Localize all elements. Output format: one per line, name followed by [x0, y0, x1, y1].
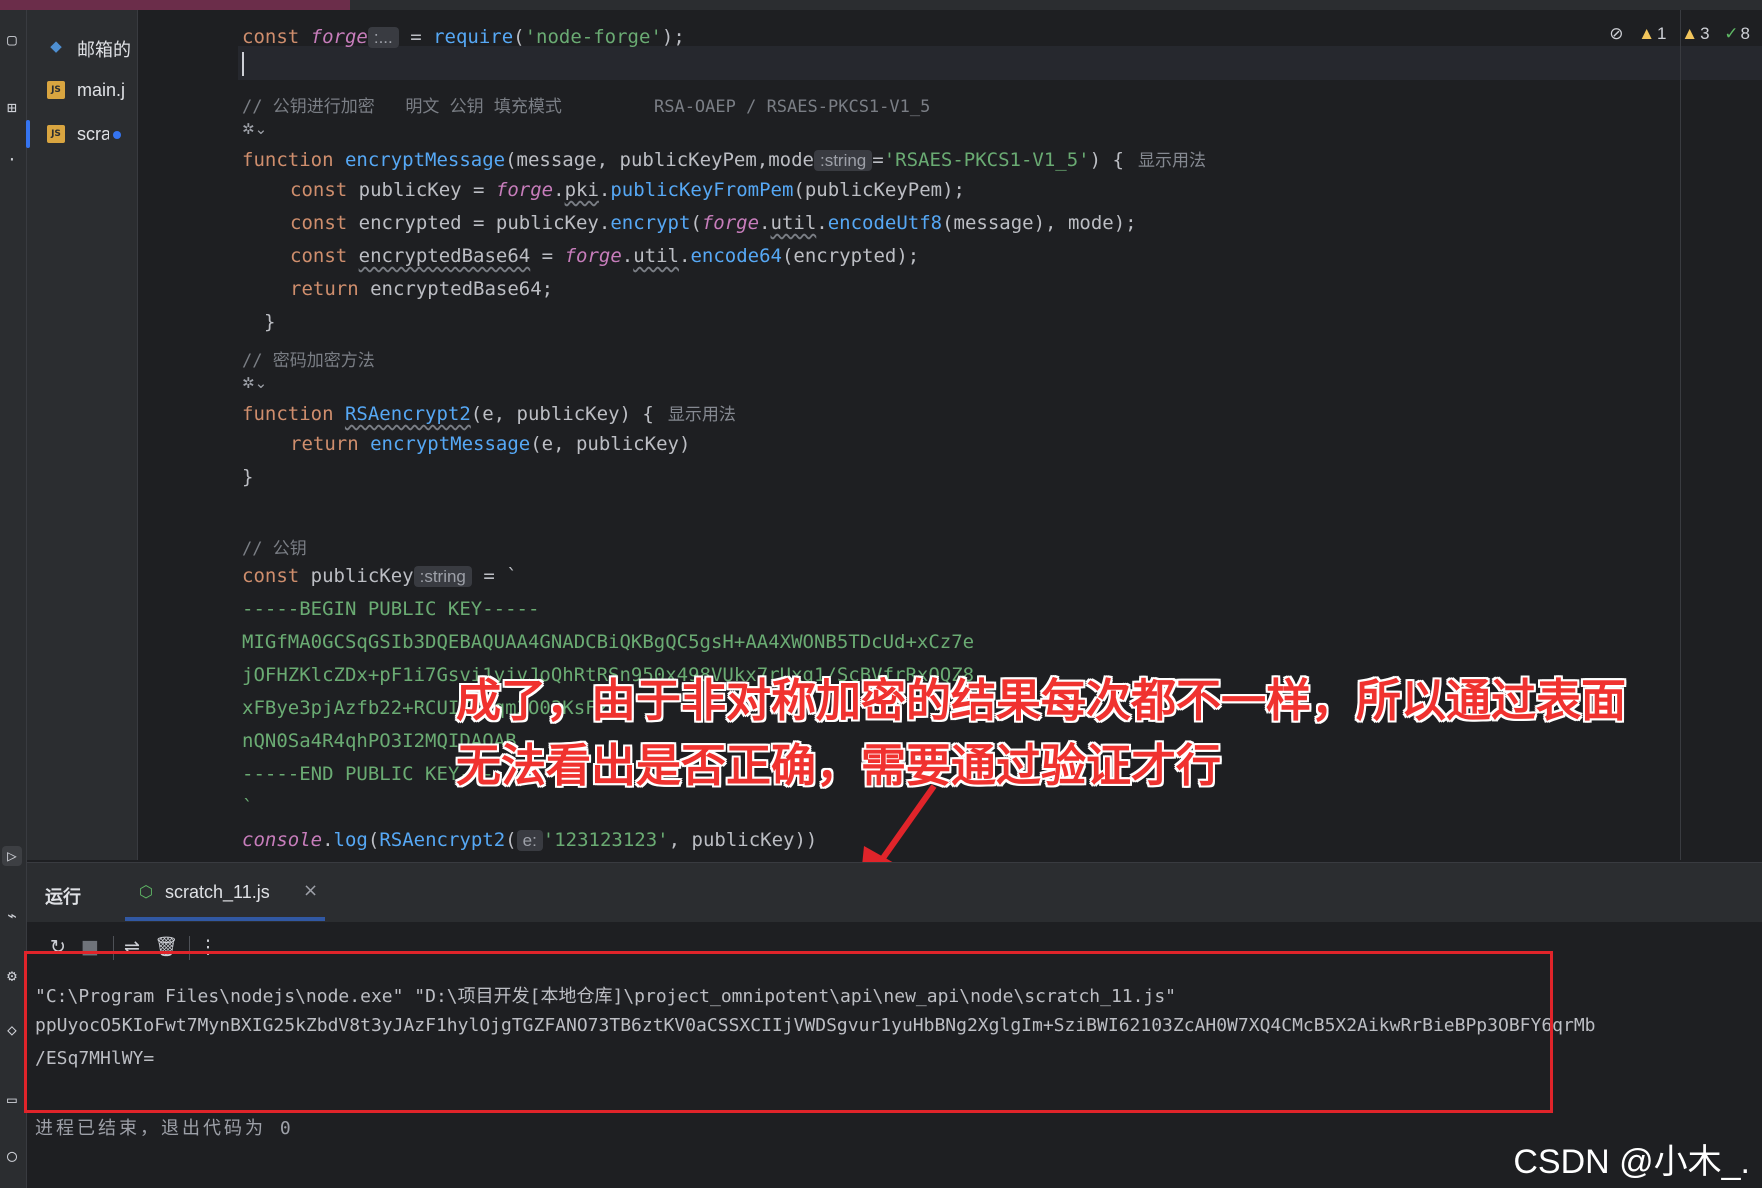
code-line-10: const encryptedBase64 = forge.util.encod… [290, 245, 920, 267]
problems-icon[interactable]: ◇ [2, 1020, 22, 1040]
js-icon: JS [47, 125, 65, 143]
run-panel-header: 运行 ⬡ scratch_11.js × [27, 862, 1762, 923]
tab-label: 邮箱的 [77, 40, 131, 60]
code-line-7: function encryptMessage(message, publicK… [242, 149, 1206, 171]
watermark: CSDN @小木_. [1513, 1143, 1750, 1181]
error-count[interactable]: ▲ 1 [1638, 24, 1666, 43]
tab-label: main.j [77, 80, 126, 100]
run-tab-label: scratch_11.js [165, 882, 270, 902]
typo-count[interactable]: ✓ 8 [1724, 24, 1750, 43]
right-margin-guide [1680, 10, 1681, 860]
structure-icon[interactable]: ⊞ [2, 98, 22, 118]
tab-email-py[interactable]: ◆ 邮箱的 [27, 24, 137, 68]
annotation-highlight-box [24, 951, 1553, 1113]
code-line-27: console.log(RSAencrypt2(e: '123123123', p… [242, 829, 818, 851]
code-line-20: -----BEGIN PUBLIC KEY----- [242, 598, 540, 620]
js-icon: JS [47, 81, 65, 99]
code-line-18: // 公钥 [242, 539, 307, 559]
editor-tabs: ◆ 邮箱的 JS main.j JS scra ⋮ [26, 10, 159, 860]
modified-dot [113, 131, 121, 139]
inlay-hint: :string [413, 566, 472, 587]
run-panel-title: 运行 [45, 887, 81, 907]
run-tool-icon[interactable]: ▷ [2, 846, 22, 866]
line-number-gutter: 4 5 6 7 8 9 10 11 12 13 14 15 16 17 18 1… [138, 10, 284, 860]
services-icon[interactable]: ⌁ [2, 906, 22, 926]
code-line-8: const publicKey = forge.pki.publicKeyFro… [290, 179, 965, 201]
project-icon[interactable]: ▢ [2, 30, 22, 50]
process-exit-message: 进程已结束，退出代码为 0 [35, 1118, 294, 1139]
title-strip [0, 0, 1762, 10]
python-icon: ◆ [50, 37, 62, 55]
ai-assist-icon[interactable]: ✲⌄ [242, 120, 267, 138]
code-line-26: ` [242, 796, 254, 818]
warning-count[interactable]: ▲ 3 [1681, 24, 1709, 43]
annotation-line-1: 成了，由于非对称加密的结果每次都不一样，所以通过表面 [456, 674, 1627, 727]
code-line-14: function RSAencrypt2(e, publicKey) {显示用法 [242, 403, 736, 425]
code-line-11: return encryptedBase64; [290, 278, 554, 300]
nodejs-icon: ⬡ [139, 882, 153, 901]
tab-main-js[interactable]: JS main.j [27, 68, 137, 112]
show-usages-link: 显示用法 [667, 405, 736, 424]
inlay-hint: :string [813, 150, 873, 171]
run-tab-scratch[interactable]: ⬡ scratch_11.js × [125, 863, 325, 921]
current-line-highlight [238, 46, 1762, 80]
activity-bar: ▢ ⊞ · ▷ ⌁ ⚙ ◇ ▭ ◯ [0, 10, 27, 1188]
code-line-13: // 密码加密方法 [242, 351, 375, 371]
code-line-6: // 公钥进行加密 明文 公钥 填充模式 RSA-OAEP / RSAES-PK… [242, 97, 931, 117]
git-icon[interactable]: ◯ [2, 1146, 22, 1166]
code-line-15: return encryptMessage(e, publicKey) [290, 433, 691, 455]
settings-icon[interactable]: ⚙ [2, 966, 22, 986]
show-usages-link: 显示用法 [1137, 151, 1206, 170]
annotation-line-2: 无法看出是否正确，需要通过验证才行 [456, 739, 1222, 792]
code-line-9: const encrypted = publicKey.encrypt(forg… [290, 212, 1137, 234]
code-line-19: const publicKey:string = ` [242, 565, 518, 587]
reader-mode-icon[interactable]: ⊘ [1609, 24, 1623, 43]
terminal-icon[interactable]: ▭ [2, 1090, 22, 1110]
title-accent [0, 0, 350, 10]
annotation-text: 成了，由于非对称加密的结果每次都不一样，所以通过表面 无法看出是否正确，需要通过… [456, 668, 1626, 798]
text-caret [242, 52, 244, 76]
code-line-12: } [264, 311, 276, 333]
inlay-hint: e: [516, 830, 543, 851]
close-icon[interactable]: × [303, 880, 318, 901]
ai-assist-icon[interactable]: ✲⌄ [242, 374, 267, 392]
tab-label: scra [77, 124, 109, 144]
inspection-widget[interactable]: ⊘ ▲ 1 ▲ 3 ✓ 8 [1599, 24, 1750, 44]
code-line-4: const forge:... = require('node-forge'); [242, 26, 685, 48]
run-tab-underline [125, 917, 325, 921]
more-dots-icon[interactable]: · [2, 150, 22, 170]
tab-scratch-js[interactable]: JS scra [26, 112, 137, 156]
active-tab-indicator [26, 120, 30, 148]
code-line-21: MIGfMA0GCSqGSIb3DQEBAQUAA4GNADCBiQKBgQC5… [242, 631, 975, 653]
code-line-16: } [242, 466, 254, 488]
inlay-hint: :... [367, 27, 399, 48]
